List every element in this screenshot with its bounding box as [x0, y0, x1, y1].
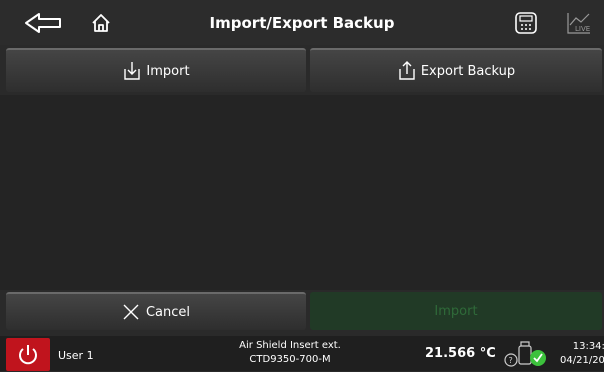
import-confirm-label: Import: [434, 303, 478, 319]
live-chart-icon: LIVE: [567, 13, 590, 34]
device-display-icon: [515, 12, 537, 34]
power-button[interactable]: [6, 338, 50, 371]
cancel-button[interactable]: Cancel: [6, 292, 306, 330]
backup-list-area: [0, 95, 604, 290]
svg-text:?: ?: [509, 356, 513, 365]
sensor-icon: ?: [504, 341, 546, 367]
import-confirm-button[interactable]: Import: [310, 292, 602, 330]
power-icon: [19, 344, 37, 364]
action-bar: Cancel Import: [0, 290, 604, 334]
top-bar: Import/Export Backup LIVE: [0, 0, 604, 45]
user-name: User 1: [58, 349, 94, 362]
sensor-status[interactable]: ?: [503, 340, 549, 368]
import-icon: [124, 62, 141, 80]
live-chart-button[interactable]: LIVE: [564, 9, 594, 37]
svg-text:LIVE: LIVE: [575, 25, 590, 33]
temperature-readout: 21.566 °C: [425, 346, 496, 361]
clock: 13:34:03 04/21/2022: [560, 340, 604, 368]
status-bar: User 1 Air Shield Insert ext. CTD9350-70…: [0, 336, 604, 371]
toolbar: Import Export Backup: [0, 45, 604, 95]
export-backup-button[interactable]: Export Backup: [310, 48, 602, 92]
export-backup-label: Export Backup: [420, 63, 516, 79]
close-icon: [123, 304, 139, 320]
import-tab-label: Import: [146, 63, 190, 79]
export-icon: [399, 61, 415, 80]
device-model: CTD9350-700-M: [249, 354, 331, 365]
import-tab-button[interactable]: Import: [6, 48, 306, 92]
clock-date: 04/21/2022: [560, 355, 604, 366]
device-name: Air Shield Insert ext.: [239, 340, 341, 351]
cancel-label: Cancel: [145, 304, 191, 320]
clock-time: 13:34:03: [572, 341, 604, 352]
device-display-button[interactable]: [512, 9, 540, 37]
device-info: Air Shield Insert ext. CTD9350-700-M: [210, 339, 370, 367]
